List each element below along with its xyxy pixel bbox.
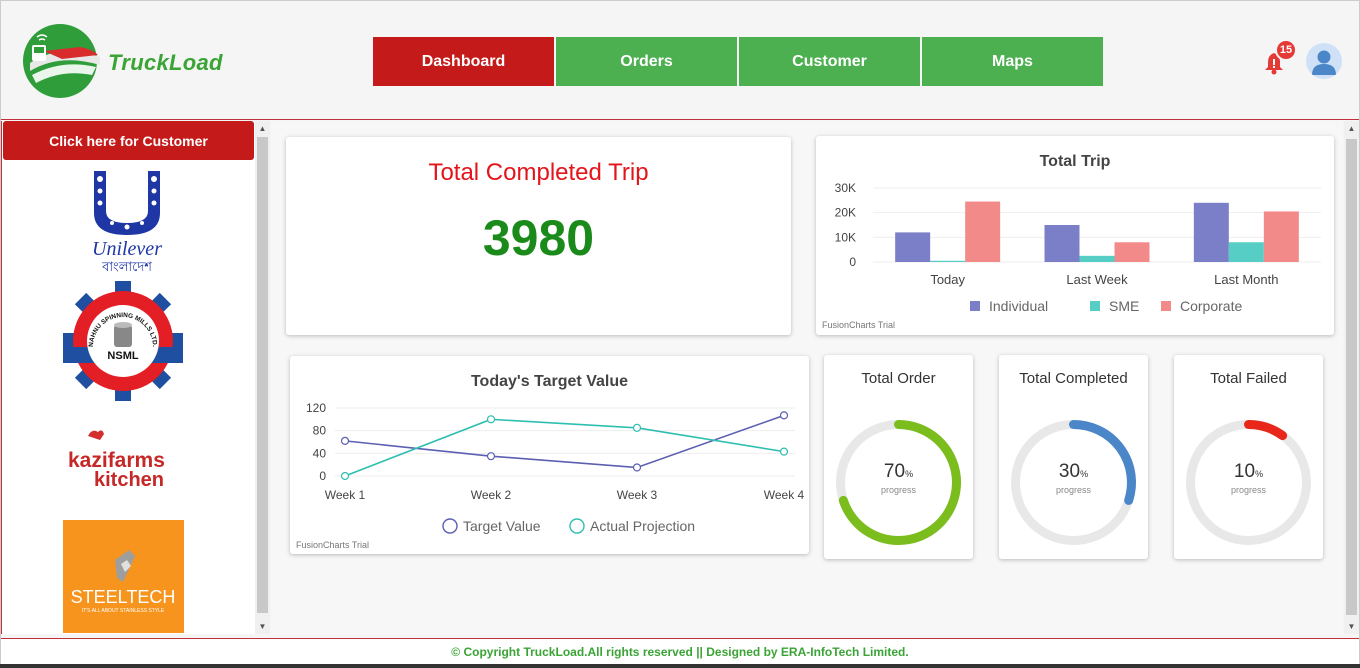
nsml-wordmark: NSML	[107, 350, 138, 362]
bar	[1079, 255, 1115, 262]
legend-swatch	[1161, 301, 1171, 311]
legend-label: SME	[1109, 298, 1139, 314]
bar	[1263, 211, 1299, 262]
notification-badge[interactable]: 15	[1275, 39, 1297, 61]
target-value-chart-card: Today's Target Value 0 40 80 120 Week 1 Week …	[290, 356, 809, 554]
progress-title: Total Failed	[1210, 370, 1287, 387]
y-tick-label: 30K	[835, 181, 856, 195]
y-tick-label: 0	[319, 469, 326, 483]
total-trip-bar-chart: 0 10K 20K 30K Today Last Week Last Month Indivi…	[835, 181, 1321, 314]
scroll-down-arrow-icon[interactable]: ▼	[255, 619, 270, 633]
bar	[1044, 225, 1080, 262]
progress-value: 70%	[883, 461, 914, 482]
scroll-down-arrow-icon[interactable]: ▼	[1344, 619, 1359, 633]
progress-card-total-completed: Total Completed 30% progress	[999, 355, 1148, 559]
progress-arc	[1244, 420, 1288, 441]
truckload-logo	[23, 24, 100, 98]
top-header: TruckLoad Dashboard Orders Customer Maps…	[1, 1, 1359, 120]
client-logo-nsml[interactable]: NSML NAHNU SPINNING MILLS LTD.	[62, 281, 184, 401]
legend-label: Individual	[989, 298, 1048, 314]
progress-title: Total Completed	[1019, 370, 1128, 387]
legend-swatch	[970, 301, 980, 311]
click-for-customer-button[interactable]: Click here for Customer	[3, 121, 254, 160]
x-tick-label: Today	[930, 272, 965, 287]
progress-label: progress	[1230, 485, 1266, 495]
bar	[930, 260, 966, 262]
client-logo-steeltech[interactable]: STEELTECH IT'S ALL ABOUT STAINLESS STYLE	[63, 520, 184, 633]
legend-label: Target Value	[463, 518, 541, 534]
legend-label: Actual Projection	[590, 518, 695, 534]
sidebar-scrollbar[interactable]: ▲ ▼	[255, 121, 270, 634]
x-tick-label: Week 4	[764, 488, 805, 502]
data-point	[340, 436, 350, 445]
bar	[1114, 242, 1150, 262]
target-value-line-chart: 0 40 80 120 Week 1 Week 2 Week 3 Week 4 Target V…	[306, 401, 805, 534]
y-tick-label: 20K	[835, 206, 856, 220]
legend-marker	[442, 518, 458, 534]
scroll-up-arrow-icon[interactable]: ▲	[1344, 121, 1359, 135]
y-tick-label: 0	[849, 255, 856, 269]
tab-maps[interactable]: Maps	[922, 37, 1103, 86]
progress-label: progress	[1055, 485, 1091, 495]
client-logo-kazifarms[interactable]: kazifarms kitchen	[64, 426, 184, 491]
x-tick-label: Week 1	[325, 488, 366, 502]
data-point	[632, 463, 642, 472]
bar	[965, 201, 1001, 262]
y-tick-label: 120	[306, 401, 326, 415]
steeltech-tagline: IT'S ALL ABOUT STAINLESS STYLE	[82, 608, 165, 614]
page-footer: © Copyright TruckLoad.All rights reserve…	[1, 638, 1359, 664]
data-point	[340, 471, 350, 481]
tab-dashboard[interactable]: Dashboard	[373, 37, 554, 86]
total-trip-chart-card: Total Trip 0 10K 20K 30K Today Last Week Last …	[816, 136, 1334, 335]
customer-sidebar: Click here for Customer Unilever বাংলাদে…	[1, 121, 270, 634]
main-scroll-thumb[interactable]	[1346, 139, 1357, 615]
x-tick-label: Last Week	[1066, 272, 1128, 287]
x-tick-label: Last Month	[1214, 272, 1278, 287]
y-tick-label: 80	[313, 424, 327, 438]
scroll-up-arrow-icon[interactable]: ▲	[255, 121, 270, 135]
user-avatar-icon[interactable]	[1306, 43, 1342, 79]
client-logo-unilever[interactable]: Unilever বাংলাদেশ	[82, 165, 172, 275]
sidebar-scroll-thumb[interactable]	[257, 137, 268, 613]
legend-swatch	[1090, 301, 1100, 311]
bar	[1228, 242, 1264, 262]
bottom-edge-bar	[0, 664, 1360, 668]
y-tick-label: 10K	[835, 230, 856, 244]
data-point	[632, 423, 642, 432]
data-point	[779, 447, 789, 456]
total-completed-trip-card: Total Completed Trip 3980	[286, 137, 791, 335]
data-point	[486, 452, 496, 461]
brand-name: TruckLoad	[108, 50, 223, 75]
legend-marker	[569, 518, 585, 534]
main-scrollbar[interactable]: ▲ ▼	[1344, 121, 1359, 634]
tab-orders[interactable]: Orders	[556, 37, 737, 86]
kazifarms-subtitle: kitchen	[94, 469, 164, 491]
legend-label: Corporate	[1180, 298, 1242, 314]
data-point	[486, 415, 496, 424]
progress-label: progress	[880, 485, 916, 495]
progress-card-total-order: Total Order 70% progress	[824, 355, 973, 559]
total-completed-trip-title: Total Completed Trip	[428, 159, 649, 186]
total-trip-trial-label: FusionCharts Trial	[822, 320, 896, 330]
progress-value: 30%	[1058, 461, 1089, 482]
progress-card-total-failed: Total Failed 10% progress	[1174, 355, 1323, 559]
data-point	[779, 411, 789, 420]
progress-value: 10%	[1233, 461, 1264, 482]
x-tick-label: Week 2	[471, 488, 512, 502]
unilever-wordmark: Unilever	[92, 238, 162, 260]
dashboard-main: Total Completed Trip 3980 Total Trip 0 10…	[271, 121, 1343, 634]
unilever-subtitle: বাংলাদেশ	[101, 260, 152, 275]
y-tick-label: 40	[313, 446, 327, 460]
x-tick-label: Week 3	[617, 488, 658, 502]
steeltech-wordmark: STEELTECH	[71, 587, 176, 607]
progress-title: Total Order	[861, 370, 936, 387]
target-value-trial-label: FusionCharts Trial	[296, 540, 370, 550]
main-nav: Dashboard Orders Customer Maps	[373, 37, 1103, 86]
total-completed-trip-value: 3980	[482, 210, 595, 266]
tab-customer[interactable]: Customer	[739, 37, 920, 86]
bar	[1193, 202, 1229, 262]
bar	[895, 232, 931, 262]
